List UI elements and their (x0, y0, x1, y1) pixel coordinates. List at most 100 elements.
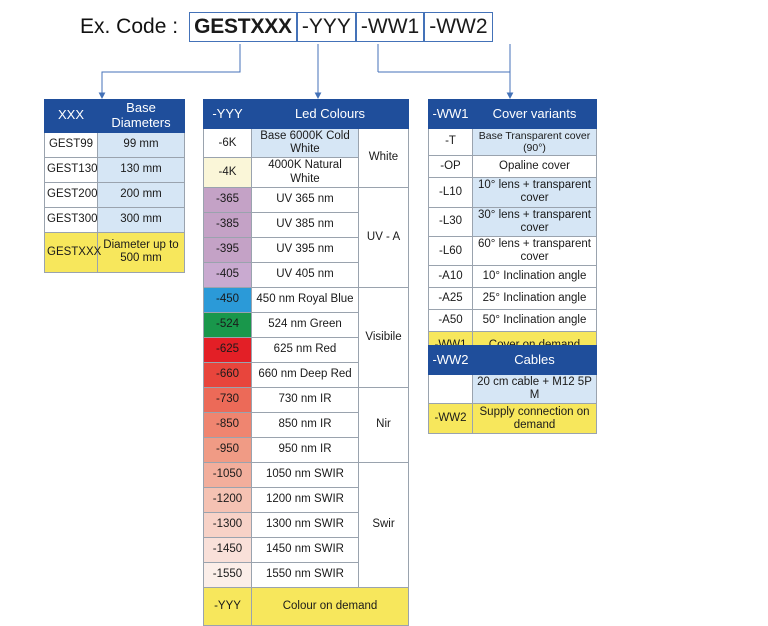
led-row-value: 450 nm Royal Blue (251, 286, 359, 313)
led-row-code: -4K (203, 157, 252, 188)
led-row-code: -450 (203, 286, 252, 313)
cover-header-code: -WW1 (428, 99, 473, 129)
led-row-code: -1200 (203, 486, 252, 513)
led-header-value: Led Colours (250, 99, 410, 129)
table-row: GEST200 200 mm (44, 181, 185, 208)
led-row-value: 950 nm IR (251, 436, 359, 463)
base-row-code: GEST130 (44, 156, 98, 183)
led-row-code: -730 (203, 386, 252, 413)
table-row: -730 730 nm IR Nir (203, 386, 410, 463)
table-row: -A10 10° Inclination angle (428, 265, 597, 289)
cover-row-value: 25° Inclination angle (472, 287, 597, 311)
cover-variants-table: -WW1 Cover variants -T Base Transparent c… (428, 99, 597, 361)
led-row-code: -405 (203, 261, 252, 288)
base-diameters-table: XXX Base Diameters GEST99 99 mm GEST130 130… (44, 99, 185, 273)
led-row-value: UV 385 nm (251, 211, 359, 238)
led-demand-value: Colour on demand (250, 586, 410, 626)
table-row: -450 450 nm Royal Blue Visibile (203, 286, 410, 388)
led-row-value: UV 365 nm (251, 186, 359, 213)
cover-row-value: 30° lens + transparent cover (472, 206, 597, 238)
led-row-code: -1050 (203, 461, 252, 488)
example-code-line: Ex. Code : GESTXXX -YYY -WW1 -WW2 (80, 11, 493, 43)
base-row-value: 130 mm (97, 156, 185, 183)
table-row: 20 cm cable + M12 5P M (428, 373, 597, 405)
led-colours-table: -YYY Led Colours -6K Base 6000K Cold Whit… (203, 99, 410, 626)
table-header-row: XXX Base Diameters (44, 99, 185, 133)
led-row-code: -1300 (203, 511, 252, 538)
led-row-value: 1450 nm SWIR (251, 536, 359, 563)
cover-row-value: Base Transparent cover (90°) (472, 127, 597, 157)
cover-row-code: -L10 (428, 177, 473, 208)
led-group-label: Visibile (357, 286, 410, 388)
led-row-value: UV 395 nm (251, 236, 359, 263)
led-group-label: White (357, 128, 410, 188)
cover-row-value: 50° Inclination angle (472, 309, 597, 333)
led-row-code: -850 (203, 411, 252, 438)
table-header-row: -WW1 Cover variants (428, 99, 597, 129)
led-row-code: -1550 (203, 561, 252, 588)
led-row-code: -1450 (203, 536, 252, 563)
led-row-value: Base 6000K Cold White (251, 127, 359, 159)
cables-header-code: -WW2 (428, 345, 473, 375)
table-row: -T Base Transparent cover (90°) (428, 127, 597, 157)
base-row-code: GESTXXX (44, 231, 101, 273)
cover-row-value: 10° lens + transparent cover (472, 177, 597, 208)
base-row-code: GEST200 (44, 181, 98, 208)
table-row: -YYY Colour on demand (203, 586, 410, 626)
table-row: GEST300 300 mm (44, 206, 185, 233)
cables-row-code (428, 373, 473, 405)
cover-row-value: Opaline cover (472, 155, 597, 179)
base-row-value: 300 mm (97, 206, 185, 233)
led-row-value: 4000K Natural White (251, 157, 359, 188)
led-row-value: 660 nm Deep Red (251, 361, 359, 388)
cover-header-value: Cover variants (472, 99, 597, 129)
led-group-label: Nir (357, 386, 410, 463)
table-header-row: -WW2 Cables (428, 345, 597, 375)
table-row: -A50 50° Inclination angle (428, 309, 597, 333)
cables-table: -WW2 Cables 20 cm cable + M12 5P M -WW2 Su… (428, 345, 597, 435)
cover-row-code: -A25 (428, 287, 473, 311)
cables-row-value: Supply connection on demand (472, 403, 597, 435)
cover-row-code: -OP (428, 155, 473, 179)
led-row-code: -6K (203, 127, 252, 159)
led-group-label: UV - A (357, 186, 410, 288)
table-row: -A25 25° Inclination angle (428, 287, 597, 311)
led-row-code: -950 (203, 436, 252, 463)
base-row-code: GEST99 (44, 131, 98, 158)
led-row-value: 850 nm IR (251, 411, 359, 438)
example-code-label: Ex. Code : (80, 15, 179, 38)
code-segment-ww1: -WW1 (355, 12, 425, 42)
base-header-value: Base Diameters (97, 99, 185, 133)
base-row-value: 99 mm (97, 131, 185, 158)
cover-row-code: -L30 (428, 206, 473, 238)
base-row-value: 200 mm (97, 181, 185, 208)
led-row-code: -524 (203, 311, 252, 338)
base-row-code: GEST300 (44, 206, 98, 233)
table-header-row: -YYY Led Colours (203, 99, 410, 129)
led-header-code: -YYY (203, 99, 252, 129)
led-group-label: Swir (357, 461, 410, 588)
code-segment-base: GESTXXX (189, 12, 297, 42)
cables-row-code: -WW2 (428, 403, 473, 435)
led-row-value: 1050 nm SWIR (251, 461, 359, 488)
led-demand-code: -YYY (203, 586, 252, 626)
table-row: -6K Base 6000K Cold White White (203, 127, 410, 188)
led-row-value: UV 405 nm (251, 261, 359, 288)
table-row: -1050 1050 nm SWIR Swir (203, 461, 410, 588)
table-row: -OP Opaline cover (428, 155, 597, 179)
cables-row-value: 20 cm cable + M12 5P M (472, 373, 597, 405)
base-row-value: Diameter up to 500 mm (97, 231, 185, 273)
led-row-value: 1550 nm SWIR (251, 561, 359, 588)
led-row-value: 524 nm Green (251, 311, 359, 338)
led-row-code: -385 (203, 211, 252, 238)
led-row-value: 1200 nm SWIR (251, 486, 359, 513)
cover-row-code: -L60 (428, 235, 473, 267)
cover-row-value: 10° Inclination angle (472, 265, 597, 289)
table-row: -365 UV 365 nm UV - A (203, 186, 410, 288)
led-row-code: -660 (203, 361, 252, 388)
led-row-code: -625 (203, 336, 252, 363)
table-row: GEST130 130 mm (44, 156, 185, 183)
led-row-value: 1300 nm SWIR (251, 511, 359, 538)
cover-row-code: -A50 (428, 309, 473, 333)
base-header-code: XXX (44, 99, 98, 133)
